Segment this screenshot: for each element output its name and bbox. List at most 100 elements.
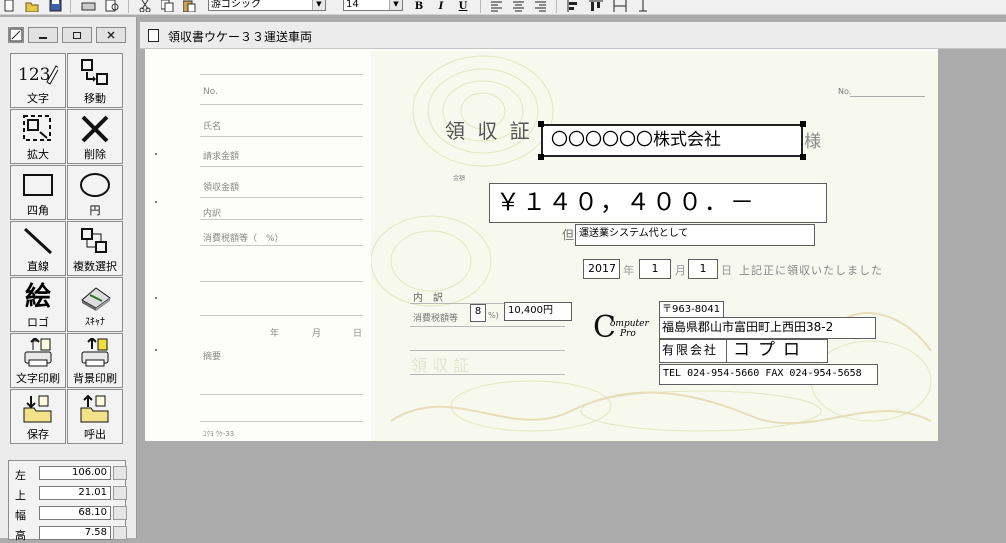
company-name-field[interactable]: コプロ (726, 339, 828, 363)
tel-fax-field[interactable]: TEL 024-954-5660 FAX 024-954-5658 (659, 364, 878, 385)
minimize-button[interactable] (28, 27, 58, 43)
save-icon[interactable] (47, 0, 63, 13)
selection-handle[interactable] (538, 121, 544, 127)
load-button[interactable]: 呼出 (67, 389, 123, 444)
coord-width-field[interactable]: 68.10 (39, 506, 111, 520)
amount-field[interactable]: ￥１４０，４００．－ (489, 183, 827, 223)
company-prefix-field[interactable]: 有限会社 (659, 339, 727, 363)
tadashi-field[interactable]: 運送業システム代として (575, 224, 815, 246)
printer-icon (68, 337, 122, 369)
month-field[interactable]: 1 (639, 259, 671, 279)
move-tool-icon (68, 57, 122, 89)
open-icon[interactable] (24, 0, 40, 13)
delete-x-icon (68, 113, 122, 145)
stub-name: 氏名 (203, 122, 222, 132)
save-button[interactable]: 保存 (10, 389, 66, 444)
document-window: 領収書ウケー３３運送車両 No. 氏名 請求金額 領収金額 内訳 消費税額等（ … (140, 22, 1006, 538)
coord-row-width: 幅 68.10 (13, 505, 127, 522)
tool-label: 文字 (27, 92, 49, 105)
stub-memo: 摘要 (203, 352, 222, 362)
addressee-field[interactable]: 〇〇〇〇〇〇株式会社 (541, 124, 803, 157)
align-left-icon[interactable] (490, 0, 504, 13)
stub-tax: 消費税額等（ %） (203, 234, 284, 244)
same-width-icon[interactable] (612, 0, 628, 13)
tool-label: ロゴ (27, 316, 49, 329)
day-field[interactable]: 1 (688, 259, 718, 279)
cut-icon[interactable] (138, 0, 152, 13)
delete-tool-button[interactable]: 削除 (67, 109, 123, 164)
align-objects-left-icon[interactable] (566, 0, 580, 13)
tax-amount-field[interactable]: 10,400円 (504, 302, 572, 321)
breakdown-label: 内 訳 (413, 293, 443, 304)
underline-button[interactable]: U (456, 0, 470, 13)
save-folder-icon (11, 393, 65, 425)
coordinate-panel: 左 106.00 上 21.01 幅 68.10 高 7.58 (8, 460, 127, 542)
align-right-icon[interactable] (534, 0, 548, 13)
tool-label: 四角 (27, 204, 49, 217)
font-size-select[interactable]: 14 ▼ (343, 0, 403, 11)
chevron-down-icon: ▼ (312, 0, 325, 10)
bold-button[interactable]: B (412, 0, 426, 13)
line-tool-button[interactable]: 直線 (10, 221, 66, 276)
logo-tool-button[interactable]: 絵 ロゴ (10, 277, 66, 332)
day-label: 日 (721, 264, 732, 277)
receipt-heading: 領 収 証 (445, 119, 533, 143)
restore-button[interactable] (62, 27, 92, 43)
new-file-icon[interactable] (3, 0, 15, 13)
enlarge-tool-button[interactable]: 拡大 (10, 109, 66, 164)
chevron-down-icon: ▼ (389, 0, 402, 10)
copy-icon[interactable] (160, 0, 174, 13)
selection-handle[interactable] (800, 154, 806, 160)
document-titlebar: 領収書ウケー３３運送車両 (140, 22, 1006, 49)
toolbar-separator (556, 0, 557, 13)
document-icon (148, 29, 159, 42)
print-icon[interactable] (80, 0, 96, 13)
tool-label: 直線 (27, 260, 49, 273)
coord-spinner[interactable] (113, 466, 127, 480)
close-button[interactable] (96, 27, 126, 43)
text-print-button[interactable]: 文字印刷 (10, 333, 66, 388)
address-field[interactable]: 福島県郡山市富田町上西田38-2 (659, 317, 876, 339)
selection-handle[interactable] (538, 154, 544, 160)
rectangle-tool-button[interactable]: 四角 (10, 165, 66, 220)
enlarge-tool-icon (11, 113, 65, 145)
text-tool-button[interactable]: 123 文字 (10, 53, 66, 108)
paste-icon[interactable] (182, 0, 196, 13)
italic-button[interactable]: I (434, 0, 448, 13)
company-logo: C omputer Pro (593, 310, 649, 345)
print-preview-icon[interactable] (104, 0, 120, 13)
align-center-icon[interactable] (512, 0, 526, 13)
stub-year: 年 (270, 329, 280, 339)
tool-label: 円 (89, 204, 101, 217)
year-field[interactable]: 2017 (583, 259, 620, 279)
year-label: 年 (623, 264, 634, 277)
palette-app-icon (8, 27, 24, 43)
receipt-canvas[interactable]: No. 氏名 請求金額 領収金額 内訳 消費税額等（ %） 年 月 日 摘要 ｺ… (145, 49, 938, 441)
circle-tool-button[interactable]: 円 (67, 165, 123, 220)
scanner-tool-button[interactable]: ｽｷｬﾅ (67, 277, 123, 332)
open-folder-icon (68, 393, 122, 425)
same-height-icon[interactable] (636, 0, 650, 13)
stub-day: 日 (353, 329, 363, 339)
coord-top-field[interactable]: 21.01 (39, 486, 111, 500)
main-toolbar: 游ゴシック ▼ 14 ▼ B I U (0, 0, 1006, 15)
font-name-select[interactable]: 游ゴシック ▼ (208, 0, 326, 11)
stub-no: No. (203, 87, 218, 97)
tool-label: ｽｷｬﾅ (85, 317, 105, 328)
coord-left-field[interactable]: 106.00 (39, 466, 111, 480)
tadashi-label: 但 (562, 228, 575, 242)
toolbar-separator (70, 0, 71, 13)
coord-spinner[interactable] (113, 506, 127, 520)
multi-select-tool-button[interactable]: 複数選択 (67, 221, 123, 276)
month-label: 月 (675, 264, 686, 277)
align-objects-top-icon[interactable] (588, 0, 604, 13)
move-tool-button[interactable]: 移動 (67, 53, 123, 108)
tax-rate-field[interactable]: 8 (470, 304, 486, 322)
font-size-value: 14 (346, 0, 359, 10)
palette-titlebar (8, 27, 126, 45)
percent-label: %) (488, 311, 499, 320)
coord-spinner[interactable] (113, 486, 127, 500)
coord-row-top: 上 21.01 (13, 485, 127, 502)
background-print-button[interactable]: 背景印刷 (67, 333, 123, 388)
svg-text:領 収 証: 領 収 証 (411, 356, 469, 375)
